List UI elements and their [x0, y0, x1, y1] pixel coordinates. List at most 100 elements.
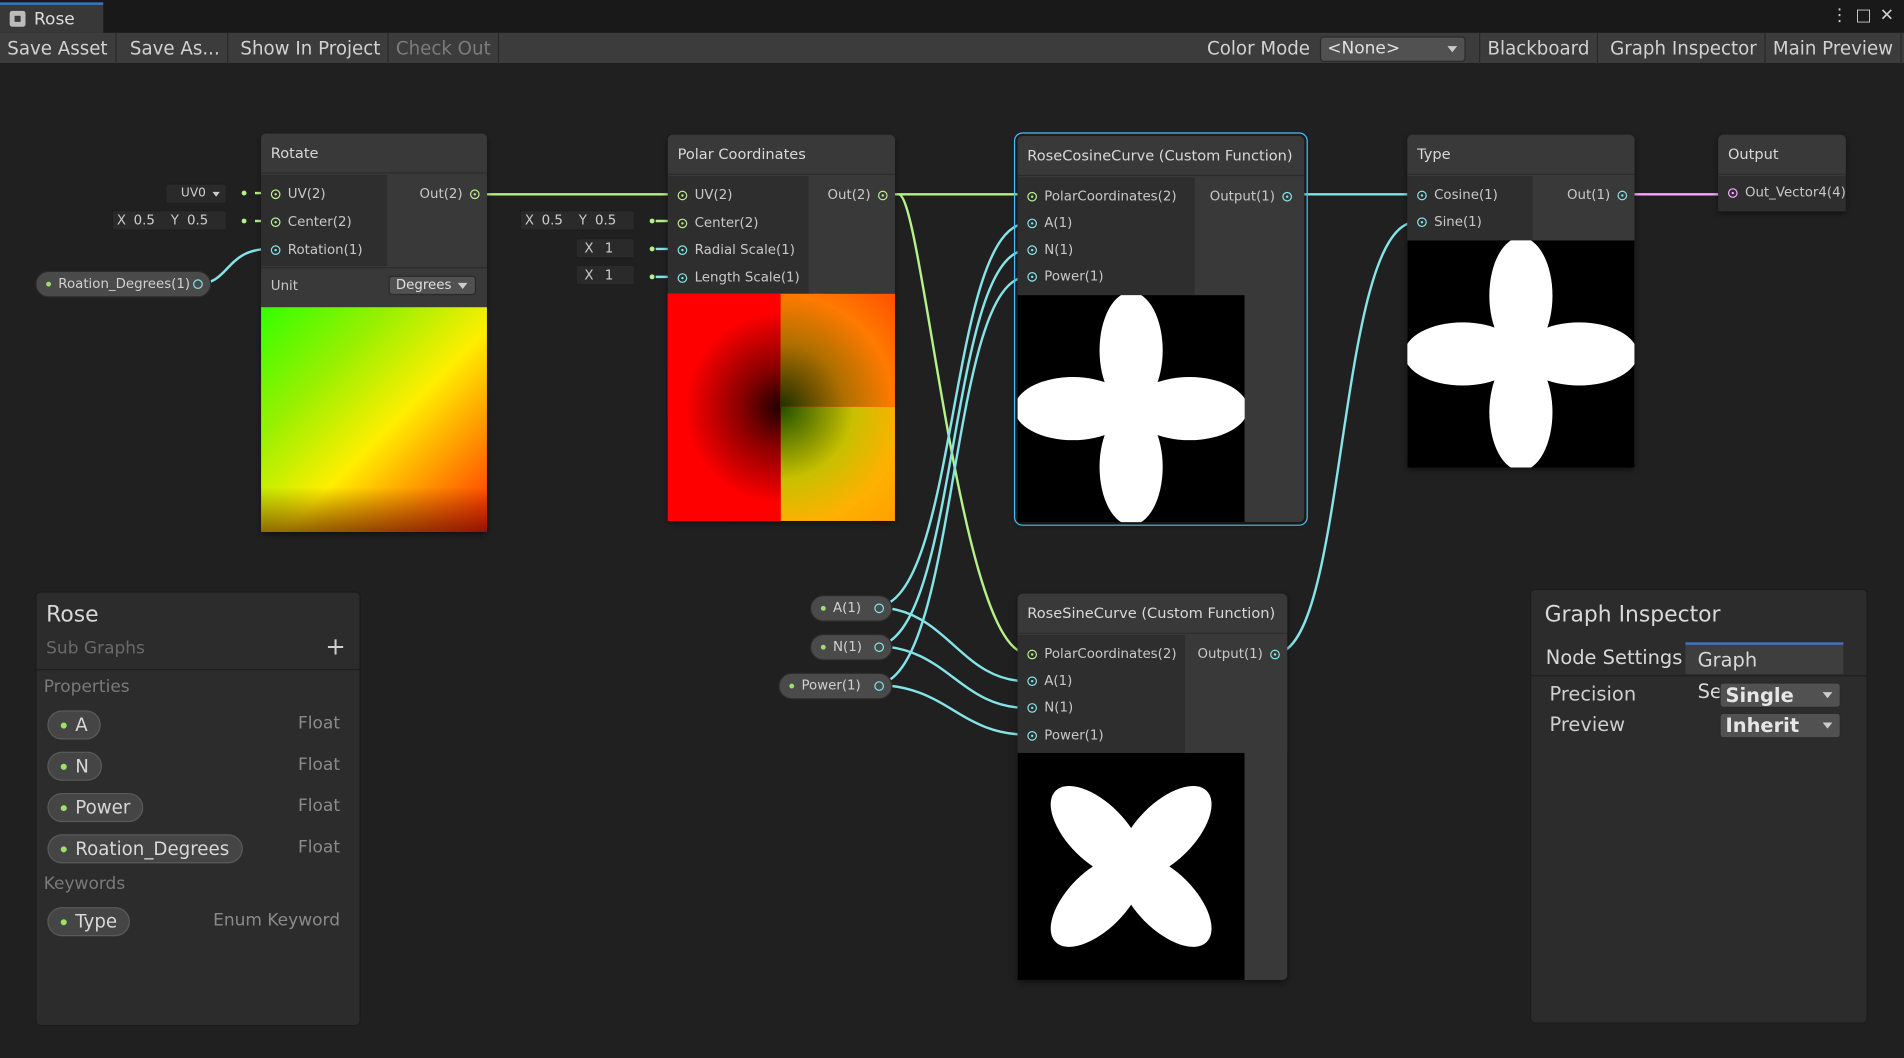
port-dot[interactable]	[270, 189, 281, 200]
port-center[interactable]: Center(2)	[270, 213, 352, 232]
save-asset-button[interactable]: Save Asset	[0, 32, 117, 65]
n-property-node[interactable]: N(1)	[809, 633, 893, 661]
port-out[interactable]: Out(2)	[420, 185, 480, 204]
port-dot[interactable]	[1027, 731, 1038, 741]
port-dot[interactable]	[677, 245, 688, 256]
port-radial-scale[interactable]: Radial Scale(1)	[677, 240, 795, 259]
port-dot[interactable]	[1727, 188, 1738, 198]
type-keyword-node[interactable]: Type Cosine(1) Sine(1) Out(1)	[1407, 134, 1635, 468]
polar-center-field[interactable]: X 0.5 Y 0.5	[519, 210, 636, 231]
rose-cosine-preview	[1017, 295, 1245, 523]
power-property-node[interactable]: Power(1)	[778, 672, 893, 700]
port-dot[interactable]	[1027, 676, 1038, 687]
unit-dropdown[interactable]: Degrees	[388, 275, 477, 296]
property-type: Float	[298, 837, 341, 858]
port-dot[interactable]	[270, 217, 281, 228]
port-rotation[interactable]: Rotation(1)	[270, 240, 363, 259]
port-dot[interactable]	[1282, 191, 1293, 202]
tab-rose[interactable]: Rose	[0, 2, 104, 33]
port-dot[interactable]	[874, 603, 885, 614]
port-dot[interactable]	[677, 273, 688, 283]
graph-inspector-button[interactable]: Graph Inspector	[1603, 32, 1766, 65]
port-center[interactable]: Center(2)	[677, 214, 758, 233]
a-property-node[interactable]: A(1)	[809, 595, 893, 622]
polar-center-x-value[interactable]: 0.5	[538, 211, 574, 229]
port-polar-coordinates[interactable]: PolarCoordinates(2)	[1027, 187, 1177, 206]
length-scale-field[interactable]: X1	[575, 264, 636, 286]
port-dot[interactable]	[1270, 649, 1280, 660]
port-dot[interactable]	[1027, 272, 1038, 282]
more-menu-icon[interactable]: ⋮	[1831, 6, 1848, 25]
radial-scale-field[interactable]: X1	[575, 238, 636, 259]
port-dot[interactable]	[1027, 245, 1038, 256]
port-dot[interactable]	[874, 642, 885, 653]
close-icon[interactable]: ✕	[1880, 6, 1894, 25]
rotate-node[interactable]: Rotate UV(2) Center(2) Rotation(1) Out(2…	[261, 133, 487, 532]
port-power[interactable]: Power(1)	[1027, 267, 1104, 286]
preview-dropdown[interactable]: Inherit	[1719, 712, 1841, 739]
tab-graph-settings[interactable]: Graph Settings	[1685, 642, 1844, 703]
length-scale-value[interactable]: 1	[601, 266, 614, 284]
check-out-button[interactable]: Check Out	[389, 32, 500, 65]
port-n[interactable]: N(1)	[1027, 698, 1073, 717]
port-dot[interactable]	[1027, 703, 1038, 713]
polar-coordinates-node[interactable]: Polar Coordinates UV(2) Center(2) Radial…	[667, 134, 895, 521]
uv-channel-dropdown[interactable]: UV0	[165, 183, 228, 205]
center-y-value[interactable]: 0.5	[183, 211, 208, 229]
port-dot[interactable]	[270, 245, 281, 256]
main-preview-button[interactable]: Main Preview	[1766, 32, 1902, 65]
port-out[interactable]: Out(2)	[828, 186, 888, 205]
port-dot[interactable]	[874, 681, 885, 691]
color-mode-dropdown[interactable]: <None>	[1319, 36, 1466, 62]
blackboard-button[interactable]: Blackboard	[1479, 32, 1598, 65]
port-dot[interactable]	[877, 190, 888, 201]
rose-cosine-curve-node[interactable]: RoseCosineCurve (Custom Function) PolarC…	[1013, 132, 1308, 526]
port-dot[interactable]	[1027, 191, 1038, 202]
keyword-type[interactable]: Type	[47, 907, 131, 937]
chevron-down-icon	[1822, 692, 1833, 699]
port-output[interactable]: Output(1)	[1198, 645, 1280, 664]
port-out-vector4[interactable]: Out_Vector4(4)	[1727, 183, 1846, 202]
port-dot[interactable]	[193, 279, 203, 290]
port-power[interactable]: Power(1)	[1027, 726, 1104, 745]
precision-dropdown[interactable]: Single	[1719, 682, 1841, 708]
property-roation-degrees[interactable]: Roation_Degrees	[47, 834, 243, 864]
port-dot[interactable]	[1417, 217, 1427, 228]
port-dot[interactable]	[469, 189, 480, 200]
port-polar-coordinates[interactable]: PolarCoordinates(2)	[1027, 645, 1177, 664]
rotation-degrees-property-node[interactable]: Roation_Degrees(1)	[35, 270, 212, 298]
port-dot[interactable]	[1417, 190, 1427, 201]
port-dot[interactable]	[1027, 649, 1038, 660]
show-in-project-button[interactable]: Show In Project	[233, 32, 389, 65]
node-title: Type	[1407, 134, 1635, 175]
port-out[interactable]: Out(1)	[1567, 186, 1628, 205]
output-node[interactable]: Output Out_Vector4(4)	[1718, 134, 1846, 212]
port-cosine[interactable]: Cosine(1)	[1417, 186, 1498, 205]
tab-node-settings[interactable]: Node Settings	[1534, 642, 1695, 674]
keywords-header[interactable]: Keywords	[44, 874, 125, 893]
port-a[interactable]: A(1)	[1027, 672, 1072, 691]
radial-scale-value[interactable]: 1	[601, 239, 614, 257]
center-x-value[interactable]: 0.5	[130, 211, 166, 229]
properties-header[interactable]: Properties	[44, 678, 130, 697]
rotate-center-field[interactable]: X 0.5 Y 0.5	[111, 210, 228, 231]
port-dot[interactable]	[677, 190, 688, 201]
property-a[interactable]: A	[47, 710, 102, 740]
port-dot[interactable]	[1027, 218, 1038, 229]
port-dot[interactable]	[677, 218, 688, 229]
port-dot[interactable]	[1617, 190, 1628, 201]
polar-center-y-value[interactable]: 0.5	[591, 211, 616, 229]
maximize-icon[interactable]: □	[1855, 6, 1871, 25]
port-sine[interactable]: Sine(1)	[1417, 213, 1482, 232]
save-as-button[interactable]: Save As...	[123, 32, 229, 65]
rose-sine-curve-node[interactable]: RoseSineCurve (Custom Function) PolarCoo…	[1017, 593, 1288, 980]
property-n[interactable]: N	[47, 751, 103, 781]
port-n[interactable]: N(1)	[1027, 240, 1073, 259]
port-length-scale[interactable]: Length Scale(1)	[677, 268, 800, 287]
property-power[interactable]: Power	[47, 792, 144, 823]
add-icon[interactable]: +	[325, 631, 345, 660]
port-uv[interactable]: UV(2)	[677, 186, 732, 205]
port-uv[interactable]: UV(2)	[270, 185, 326, 204]
port-output[interactable]: Output(1)	[1210, 187, 1293, 206]
port-a[interactable]: A(1)	[1027, 214, 1072, 233]
